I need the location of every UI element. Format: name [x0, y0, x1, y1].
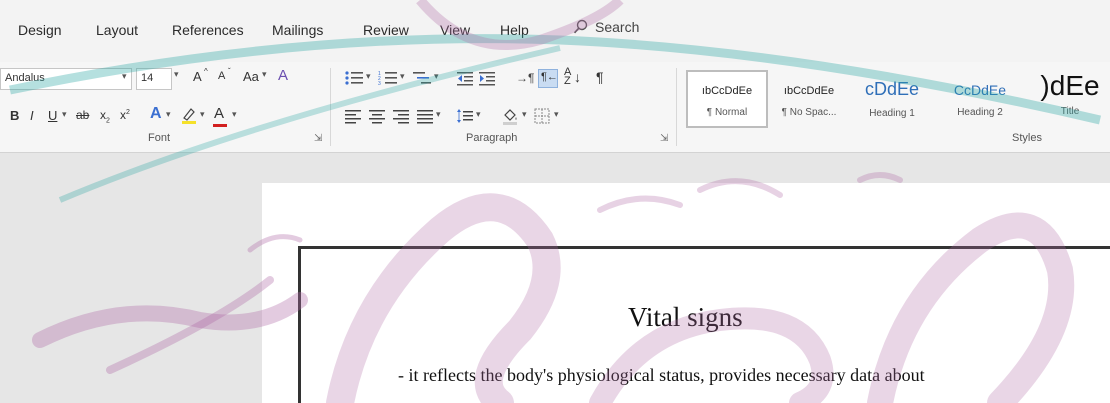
- line-spacing-icon[interactable]: [456, 108, 474, 124]
- font-name-chevron-icon: ▾: [122, 71, 127, 81]
- change-case-chevron-icon: ▾: [262, 69, 267, 79]
- style-no-spacing[interactable]: ıbCcDdEe ¶ No Spac...: [772, 70, 846, 128]
- italic-button[interactable]: I: [30, 108, 34, 123]
- font-group-separator: [330, 68, 331, 146]
- increase-indent-icon[interactable]: [478, 70, 496, 86]
- justify-chevron-icon: ▾: [436, 109, 441, 119]
- paragraph-group-separator: [676, 68, 677, 146]
- align-right-icon[interactable]: [392, 108, 410, 124]
- paragraph-group-label: Paragraph: [466, 132, 518, 144]
- strikethrough-button[interactable]: ab: [76, 108, 89, 122]
- document-title[interactable]: Vital signs: [628, 302, 743, 333]
- show-marks-icon[interactable]: ¶: [596, 69, 604, 85]
- decrease-indent-icon[interactable]: [456, 70, 474, 86]
- style-heading-2-name: Heading 2: [957, 107, 1003, 118]
- ltr-direction-icon[interactable]: →¶: [516, 71, 534, 85]
- tab-help[interactable]: Help: [500, 22, 529, 38]
- tab-design[interactable]: Design: [18, 22, 62, 38]
- svg-text:3: 3: [378, 81, 381, 86]
- font-dialog-launcher-icon[interactable]: ⇲: [314, 134, 322, 144]
- shading-bucket-icon[interactable]: [500, 106, 520, 126]
- shrink-font-caret-icon: ˇ: [228, 67, 231, 76]
- align-center-icon[interactable]: [368, 108, 386, 124]
- highlight-pen-icon[interactable]: [180, 106, 198, 124]
- change-case-button[interactable]: Aa: [243, 69, 259, 84]
- font-color-letter: A: [214, 105, 225, 122]
- borders-icon[interactable]: [534, 108, 550, 124]
- tab-layout[interactable]: Layout: [96, 22, 138, 38]
- sort-icon[interactable]: AZ: [564, 67, 571, 87]
- style-no-spacing-preview: ıbCcDdEe: [783, 85, 835, 97]
- font-size-chevron-icon: ▾: [174, 69, 179, 79]
- font-size-dropdown[interactable]: 14: [136, 68, 172, 90]
- tab-view[interactable]: View: [440, 22, 470, 38]
- rtl-direction-icon: ¶←: [541, 71, 558, 83]
- style-heading-2[interactable]: CcDdEe Heading 2: [940, 70, 1020, 128]
- tab-mailings[interactable]: Mailings: [272, 22, 323, 38]
- ribbon-tabs: Design Layout References Mailings Review…: [0, 0, 1110, 62]
- document-body-line[interactable]: - it reflects the body's physiological s…: [398, 365, 925, 386]
- underline-button[interactable]: U: [48, 108, 57, 123]
- style-title-preview: )dEe: [1040, 70, 1100, 101]
- font-color-swatch: [213, 124, 227, 127]
- font-size-value: 14: [141, 72, 154, 84]
- clear-formatting-icon[interactable]: A: [278, 67, 288, 84]
- borders-chevron-icon: ▾: [554, 109, 559, 119]
- subscript-button[interactable]: x2: [100, 108, 110, 124]
- font-name-value: Andalus: [5, 72, 45, 84]
- underline-chevron-icon: ▾: [62, 109, 67, 119]
- numbering-chevron-icon: ▾: [400, 71, 405, 81]
- style-heading-1[interactable]: cDdEe Heading 1: [852, 70, 932, 128]
- align-left-icon[interactable]: [344, 108, 362, 124]
- search-box[interactable]: Search: [573, 19, 639, 35]
- text-effects-chevron-icon: ▾: [166, 109, 171, 119]
- styles-group-label: Styles: [1012, 132, 1042, 144]
- style-normal-name: ¶ Normal: [706, 107, 748, 118]
- style-heading-1-preview: cDdEe: [864, 79, 920, 99]
- search-label: Search: [595, 19, 640, 35]
- style-normal[interactable]: ıbCcDdEe ¶ Normal: [686, 70, 768, 128]
- numbering-icon[interactable]: 1 2 3: [378, 70, 398, 86]
- style-heading-2-preview: CcDdEe: [953, 82, 1007, 98]
- search-icon: [573, 19, 588, 34]
- shading-chevron-icon: ▾: [522, 109, 527, 119]
- font-color-button[interactable]: A: [214, 105, 224, 122]
- justify-icon[interactable]: [416, 108, 434, 124]
- tab-references[interactable]: References: [172, 22, 244, 38]
- grow-font-button[interactable]: A: [193, 69, 202, 84]
- text-effects-icon[interactable]: A: [150, 105, 162, 123]
- highlight-chevron-icon: ▾: [200, 109, 205, 119]
- shrink-font-button[interactable]: A: [218, 70, 225, 82]
- paragraph-dialog-launcher-icon[interactable]: ⇲: [660, 134, 668, 144]
- style-no-spacing-name: ¶ No Spac...: [781, 107, 837, 118]
- multilevel-list-icon[interactable]: [412, 70, 432, 86]
- style-title-name: Title: [1060, 106, 1080, 117]
- bullets-icon[interactable]: [344, 70, 364, 86]
- font-color-chevron-icon: ▾: [232, 109, 237, 119]
- line-spacing-chevron-icon: ▾: [476, 109, 481, 119]
- font-group-label: Font: [148, 132, 171, 144]
- tab-review[interactable]: Review: [363, 22, 409, 38]
- font-name-dropdown[interactable]: Andalus: [0, 68, 132, 90]
- style-normal-preview: ıbCcDdEe: [701, 85, 753, 97]
- bold-button[interactable]: B: [10, 108, 19, 123]
- style-heading-1-name: Heading 1: [869, 108, 915, 119]
- sort-arrow-icon: ↓: [574, 69, 581, 85]
- style-title[interactable]: )dEe Title: [1030, 70, 1110, 128]
- rtl-direction-button[interactable]: ¶←: [538, 69, 558, 88]
- bullets-chevron-icon: ▾: [366, 71, 371, 81]
- superscript-button[interactable]: x2: [120, 108, 130, 122]
- multilevel-chevron-icon: ▾: [434, 71, 439, 81]
- grow-font-caret-icon: ^: [204, 67, 208, 76]
